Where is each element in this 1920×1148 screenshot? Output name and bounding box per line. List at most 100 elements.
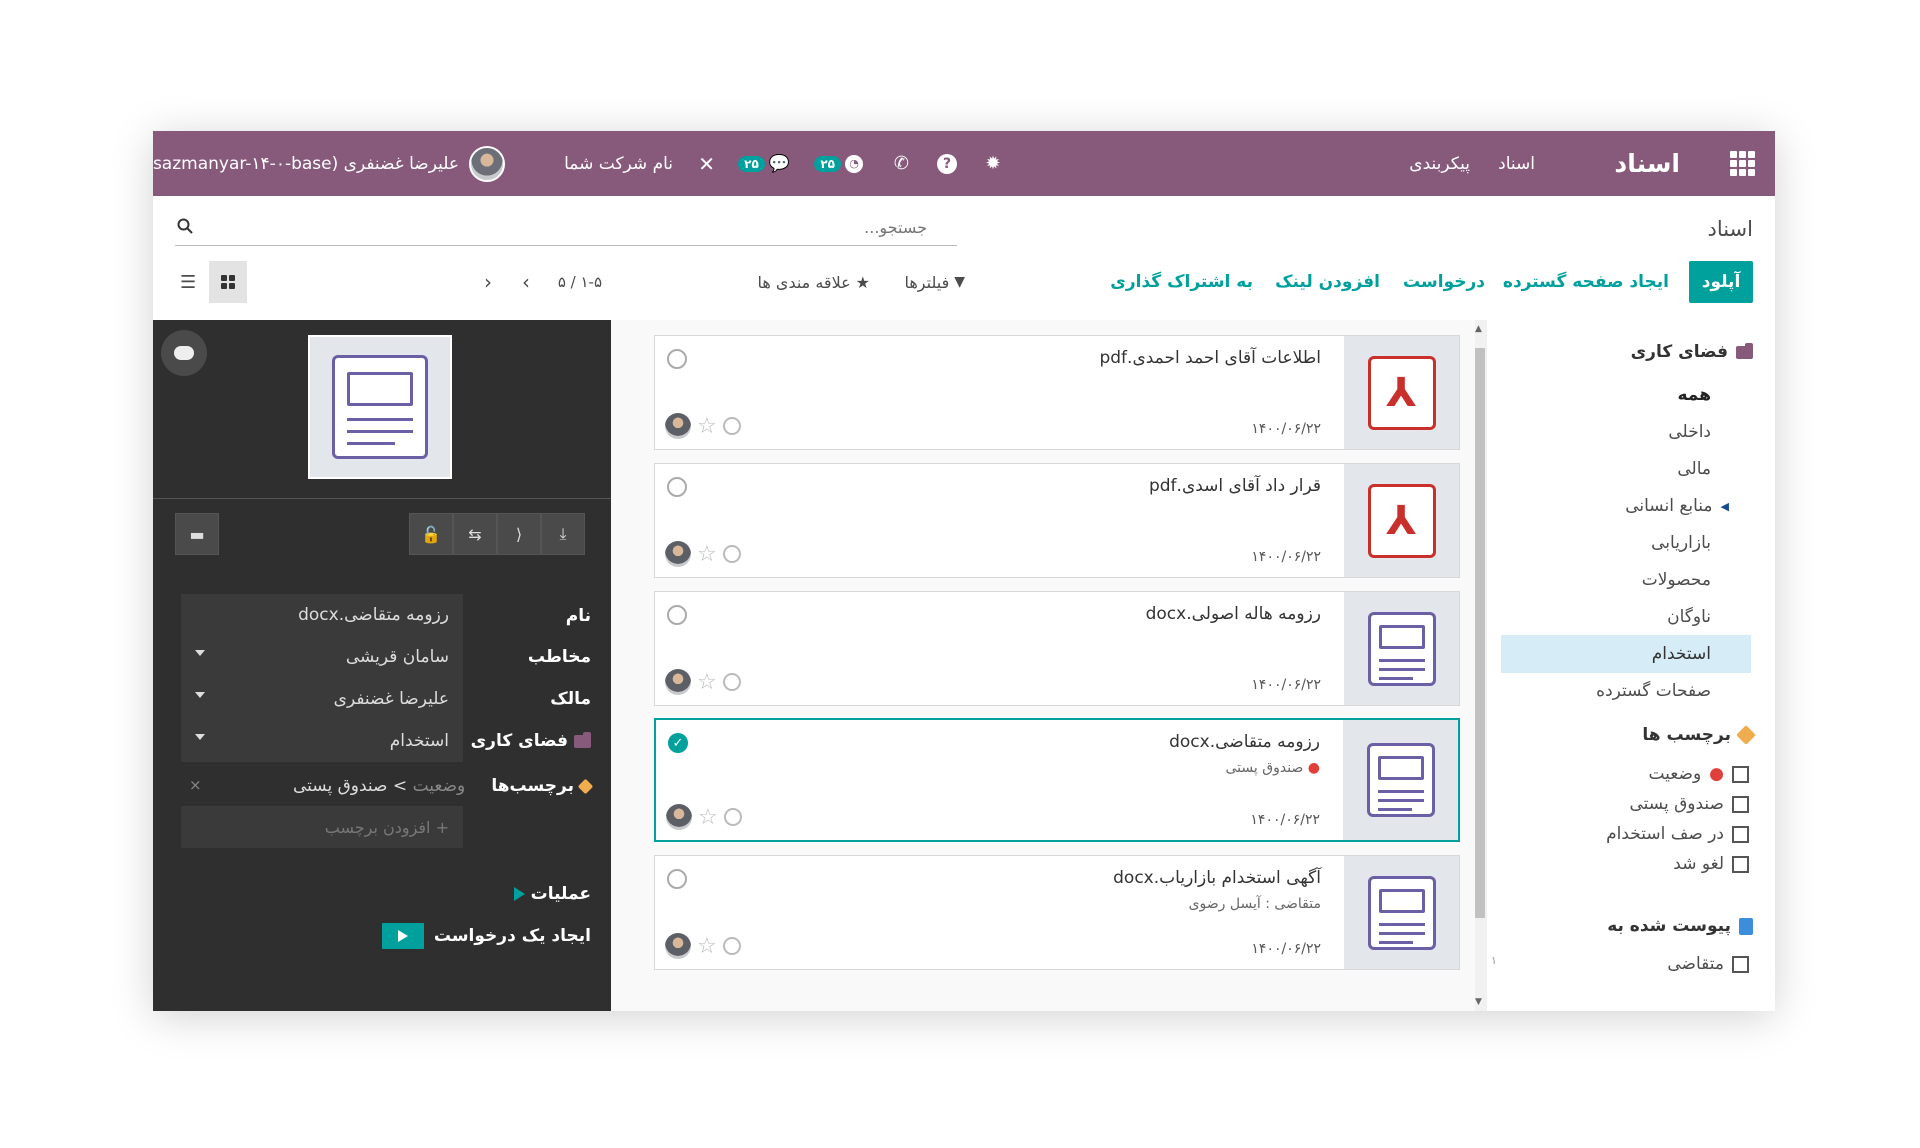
document-name: رزومه متقاضی.docx [1169,732,1320,752]
tag-filter-cancelled[interactable]: لغو شد [1673,854,1749,874]
sidebar-item-fleet[interactable]: ناوگان [1501,598,1751,636]
user-name: علیرضا غضنفری (sazmanyar-۱۴-۰-base) [153,153,459,174]
sidebar-item-all[interactable]: همه [1501,376,1751,414]
caret-left-icon: ◀ [1720,499,1729,513]
document-thumbnail[interactable] [1344,856,1459,969]
app-title[interactable]: اسناد [1614,131,1680,196]
sidebar-item-products[interactable]: محصولات [1501,561,1751,599]
scroll-up-icon[interactable]: ▲ [1475,324,1482,334]
favorite-star-icon[interactable]: ☆ [697,934,717,959]
user-menu[interactable]: علیرضا غضنفری (sazmanyar-۱۴-۰-base) [153,131,505,196]
checkbox[interactable] [1732,765,1749,783]
sidebar-item-finance[interactable]: مالی [1501,450,1751,488]
select-radio[interactable] [667,477,687,497]
archive-icon[interactable]: ▬ [175,513,219,555]
company-switcher[interactable]: نام شرکت شما [564,131,673,196]
scrollbar-thumb[interactable] [1475,348,1485,918]
search-input[interactable] [175,210,957,245]
share-icon[interactable]: ⟨ [497,513,541,555]
sidebar-item-spreadsheets[interactable]: صفحات گسترده [1501,672,1751,710]
selected-check-icon[interactable]: ✓ [668,733,688,753]
checkbox[interactable] [1732,955,1749,973]
workspace-section-header: فضای کاری [1631,342,1753,362]
select-radio[interactable] [667,869,687,889]
download-icon[interactable]: ⤓ [541,513,585,555]
workspace-label: فضای کاری [471,731,591,751]
contact-select[interactable]: سامان قریشی [181,636,463,678]
search-icon[interactable] [177,218,193,234]
checkbox[interactable] [1732,795,1749,813]
add-tag-input[interactable]: + افزودن برچسب [181,806,463,848]
operations-header[interactable]: عملیات [513,884,591,904]
kanban-scrollbar[interactable]: ▲ ▼ [1473,320,1487,1011]
list-view-icon[interactable]: ☰ [173,261,203,303]
pager-previous-icon[interactable]: ‹ [484,261,492,303]
select-radio[interactable] [667,349,687,369]
document-thumbnail[interactable]: ⅄ [1344,336,1459,449]
help-icon[interactable]: ? [937,131,957,196]
favorite-star-icon[interactable]: ☆ [697,414,717,439]
name-field[interactable]: رزومه متقاضی.docx [181,594,463,636]
document-card[interactable]: ⅄ اطلاعات آقای احمد احمدی.pdf ۱۴۰۰/۰۶/۲۲… [654,335,1460,450]
tag-filter-status[interactable]: ● وضعیت [1648,764,1749,784]
play-icon [513,887,525,901]
attached-filter-applicant[interactable]: متقاضی [1667,954,1749,974]
activity-clock-icon[interactable] [722,417,741,435]
lock-icon[interactable]: 🔓 [409,513,453,555]
menu-documents[interactable]: اسناد [1498,131,1535,196]
sidebar-item-hr[interactable]: ◀ منابع انسانی [1501,487,1751,525]
activity-clock-icon[interactable] [723,808,742,826]
activities-icon[interactable]: ◔ ۲۵ [814,131,863,196]
create-request-action[interactable]: ایجاد یک درخواست [381,923,591,949]
favorite-star-icon[interactable]: ☆ [698,805,718,830]
upload-button[interactable]: آپلود [1689,261,1753,303]
document-card[interactable]: ⅄ قرار داد آقای اسدی.pdf ۱۴۰۰/۰۶/۲۲ ☆ [654,463,1460,578]
pager-next-icon[interactable]: › [522,261,530,303]
document-card[interactable]: رزومه هاله اصولی.docx ۱۴۰۰/۰۶/۲۲ ☆ [654,591,1460,706]
sidebar-item-marketing[interactable]: بازاریابی [1501,524,1751,562]
favorite-star-icon[interactable]: ☆ [697,542,717,567]
contact-label: مخاطب [527,647,591,667]
document-image-icon [1366,743,1435,817]
filters-toggle[interactable]: ▼ فیلترها [904,261,965,303]
remove-tag-icon[interactable]: × [189,776,202,794]
share-button[interactable]: به اشتراک گذاری [1110,261,1253,303]
sidebar-item-recruitment[interactable]: استخدام [1501,635,1751,673]
activity-clock-icon[interactable] [722,937,741,955]
pager-value[interactable]: ۱-۵ / ۵ [558,261,602,303]
checkbox[interactable] [1732,855,1749,873]
checkbox[interactable] [1732,825,1749,843]
document-thumbnail[interactable]: ⅄ [1344,464,1459,577]
scroll-down-icon[interactable]: ▼ [1475,997,1482,1007]
workspace-select[interactable]: استخدام [181,720,463,762]
request-button[interactable]: درخواست [1403,261,1485,303]
create-spreadsheet-button[interactable]: ایجاد صفحه گسترده [1503,261,1669,303]
sidebar-item-internal[interactable]: داخلی [1501,413,1751,451]
activity-clock-icon[interactable] [722,673,741,691]
document-card-selected[interactable]: رزومه متقاضی.docx ● صندوق پستی ۱۴۰۰/۰۶/۲… [654,718,1460,842]
document-card[interactable]: آگهی استخدام بازاریاب.docx متقاضی : آیسل… [654,855,1460,970]
owner-select[interactable]: علیرضا غضنفری [181,678,463,720]
owner-avatar [665,669,691,695]
tag-filter-inbox[interactable]: صندوق پستی [1630,794,1749,814]
phone-icon[interactable]: ✆ [894,131,909,196]
document-thumbnail[interactable] [1343,720,1458,840]
bug-icon[interactable]: ✹ [983,131,1003,196]
tag-filter-queue[interactable]: در صف استخدام [1606,824,1749,844]
add-link-button[interactable]: افزودن لینک [1275,261,1380,303]
owner-avatar [665,413,691,439]
select-radio[interactable] [667,605,687,625]
menu-configuration[interactable]: پیکربندی [1409,131,1470,196]
favorite-star-icon[interactable]: ☆ [697,670,717,695]
kanban-view-icon[interactable] [209,261,247,303]
owner-avatar [665,541,691,567]
replace-icon[interactable]: ⇆ [453,513,497,555]
settings-tools-icon[interactable]: ✕ [698,131,715,196]
document-preview[interactable] [308,335,452,479]
favorites-toggle[interactable]: ★ علاقه مندی ها [758,261,870,303]
chatter-toggle-icon[interactable] [161,330,207,376]
messaging-icon[interactable]: 💬 ۲۵ [738,131,790,196]
document-thumbnail[interactable] [1344,592,1459,705]
apps-menu-icon[interactable] [1730,131,1755,196]
activity-clock-icon[interactable] [722,545,741,563]
